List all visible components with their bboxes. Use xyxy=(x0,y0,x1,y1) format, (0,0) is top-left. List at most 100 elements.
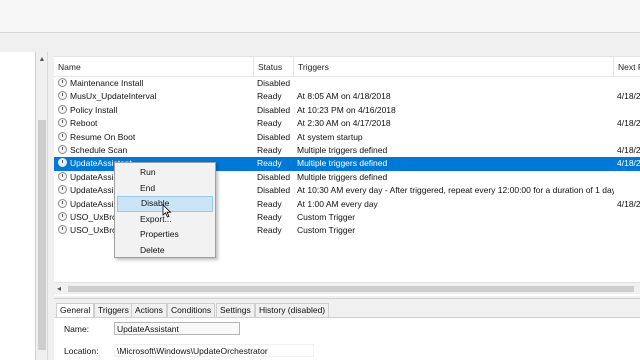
task-name-cell: Maintenance Install xyxy=(58,77,254,90)
scrollbar-thumb[interactable] xyxy=(38,120,46,350)
task-list-horizontal-scrollbar[interactable]: ◂ xyxy=(54,282,640,294)
toolbar-band xyxy=(0,34,640,52)
clock-icon xyxy=(58,225,67,235)
task-triggers: At system startup xyxy=(297,131,363,142)
clock-icon xyxy=(58,185,67,195)
column-header-status[interactable]: Status xyxy=(254,57,294,77)
tab-actions[interactable]: Actions xyxy=(131,303,167,317)
task-name: USO_UxBrol xyxy=(70,225,119,236)
task-triggers: Multiple triggers defined xyxy=(297,145,388,155)
clock-icon xyxy=(58,118,67,128)
task-status: Disabled xyxy=(257,131,291,142)
task-status: Disabled xyxy=(257,104,291,115)
window-top-area xyxy=(0,0,640,33)
location-field[interactable]: \Microsoft\Windows\UpdateOrchestrator xyxy=(114,344,314,357)
column-header-triggers[interactable]: Triggers xyxy=(294,57,614,77)
task-status: Ready xyxy=(257,118,282,129)
task-status: Disabled xyxy=(257,171,291,182)
tree-vertical-scrollbar[interactable]: ▲ xyxy=(36,52,48,360)
column-header-name[interactable]: Name xyxy=(54,57,254,77)
task-triggers xyxy=(297,77,614,90)
task-triggers: Custom Trigger xyxy=(297,225,356,236)
task-name: Maintenance Install xyxy=(70,78,144,88)
task-triggers: At 10:23 PM on 4/16/2018 xyxy=(297,104,396,115)
task-name: UpdateAssis xyxy=(70,171,118,182)
tab-conditions[interactable]: Conditions xyxy=(167,303,216,317)
menu-item-end[interactable]: End xyxy=(117,181,213,197)
tab-general[interactable]: General xyxy=(56,303,95,318)
navigation-tree-pane[interactable] xyxy=(0,52,36,360)
task-next-run xyxy=(617,77,640,90)
clock-icon xyxy=(58,171,67,181)
task-name: Reboot xyxy=(70,118,98,129)
task-triggers: At 2:30 AM on 4/17/2018 xyxy=(297,118,391,129)
task-next-run: 4/18/2 xyxy=(617,158,640,169)
task-next-run xyxy=(617,104,640,117)
task-details-pane: General Triggers Actions Conditions Sett… xyxy=(54,298,640,360)
clock-icon xyxy=(58,145,67,154)
task-name: UpdateAssis xyxy=(70,185,118,196)
tab-triggers[interactable]: Triggers xyxy=(94,303,133,317)
task-row[interactable]: Maintenance Install Disabled xyxy=(54,77,640,90)
task-triggers: At 10:30 AM every day - After triggered,… xyxy=(297,185,614,196)
task-next-run: 4/18/2 xyxy=(617,91,640,102)
task-row[interactable]: Resume On Boot Disabled At system startup xyxy=(54,131,640,144)
clock-icon xyxy=(58,158,67,168)
name-label: Name: xyxy=(64,324,90,334)
clock-icon xyxy=(58,131,67,141)
task-name: Schedule Scan xyxy=(70,145,128,155)
clock-icon xyxy=(58,78,67,87)
task-next-run xyxy=(617,224,640,237)
task-status: Ready xyxy=(257,198,282,209)
menu-item-properties[interactable]: Properties xyxy=(117,227,213,243)
task-next-run: 4/18/2 xyxy=(617,198,640,209)
task-status: Disabled xyxy=(257,185,291,196)
task-next-run xyxy=(617,171,640,184)
scroll-left-arrow-icon[interactable]: ◂ xyxy=(57,284,61,293)
task-name: UpdateAssis xyxy=(70,198,118,209)
column-header-next-run[interactable]: Next R xyxy=(614,57,640,77)
task-next-run xyxy=(617,211,640,224)
location-label: Location: xyxy=(64,346,99,356)
task-name-cell: MusUx_UpdateInterval xyxy=(58,90,254,103)
clock-icon xyxy=(58,198,67,208)
task-next-run: 4/18/2 xyxy=(617,145,640,155)
task-row[interactable]: MusUx_UpdateInterval Ready At 8:05 AM on 4… xyxy=(54,90,640,103)
task-status: Ready xyxy=(257,212,282,222)
task-status: Ready xyxy=(257,145,282,155)
menu-item-run[interactable]: Run xyxy=(117,165,213,181)
task-triggers: At 1:00 AM every day xyxy=(297,198,378,209)
clock-icon xyxy=(58,212,67,221)
clock-icon xyxy=(58,91,67,101)
task-name: MusUx_UpdateInterval xyxy=(70,91,157,102)
task-status: Disabled xyxy=(257,78,291,88)
menu-item-delete[interactable]: Delete xyxy=(117,243,213,259)
task-name: Resume On Boot xyxy=(70,131,136,142)
tab-history[interactable]: History (disabled) xyxy=(255,303,330,317)
scroll-up-arrow-icon[interactable]: ▲ xyxy=(38,56,46,64)
horizontal-scrollbar-thumb[interactable] xyxy=(68,286,634,292)
task-row[interactable]: Policy Install Disabled At 10:23 PM on 4/1… xyxy=(54,104,640,117)
task-triggers: At 8:05 AM on 4/18/2018 xyxy=(297,91,391,102)
task-triggers: Custom Trigger xyxy=(297,212,356,222)
task-next-run xyxy=(617,184,640,197)
task-row[interactable]: Reboot Ready At 2:30 AM on 4/17/2018 4/18/2 xyxy=(54,117,640,130)
task-next-run: 4/18/2 xyxy=(617,118,640,129)
mouse-pointer-icon xyxy=(162,204,172,218)
tab-settings[interactable]: Settings xyxy=(216,303,255,317)
task-status: Ready xyxy=(257,158,282,169)
task-row[interactable]: Schedule Scan Ready Multiple triggers defi… xyxy=(54,144,640,157)
task-name-cell: Reboot xyxy=(58,117,254,130)
clock-icon xyxy=(58,104,67,114)
name-field[interactable]: UpdateAssistant xyxy=(114,322,240,335)
task-name-cell: Policy Install xyxy=(58,104,254,117)
task-triggers: Multiple triggers defined xyxy=(297,171,388,182)
task-name: Policy Install xyxy=(70,104,118,115)
task-name-cell: Resume On Boot xyxy=(58,131,254,144)
task-list-header: Name Status Triggers Next R xyxy=(54,57,640,77)
task-next-run xyxy=(617,131,640,144)
task-triggers: Multiple triggers defined xyxy=(297,158,388,169)
task-name: USO_UxBrol xyxy=(70,212,119,222)
task-name-cell: Schedule Scan xyxy=(58,144,254,157)
general-tab-panel: Name: UpdateAssistant Location: \Microso… xyxy=(54,317,640,360)
